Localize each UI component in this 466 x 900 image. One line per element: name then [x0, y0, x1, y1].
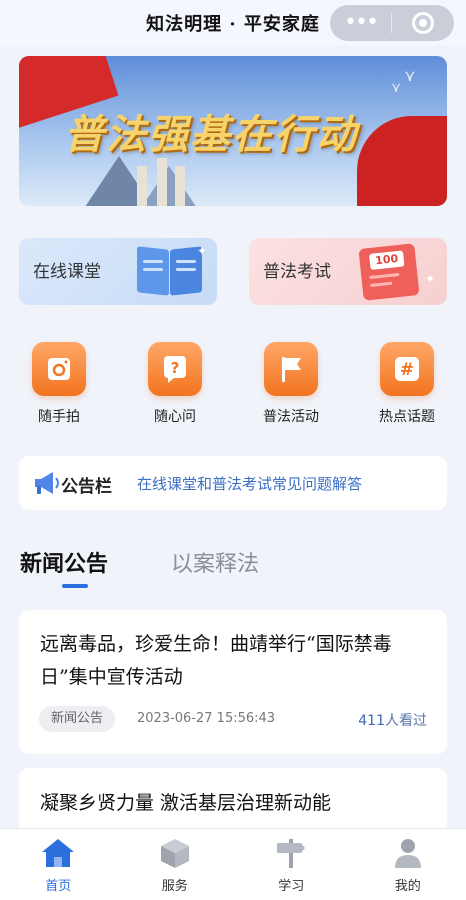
news-card[interactable]: 远离毒品，珍爱生命！曲靖举行“国际禁毒日”集中宣传活动 新闻公告 2023-06…	[19, 610, 447, 754]
online-classroom-label: 在线课堂	[33, 262, 101, 282]
online-classroom-card[interactable]: 在线课堂 ✦	[19, 238, 217, 305]
grid-item-label: 热点话题	[379, 409, 435, 425]
pagoda-illustration	[137, 166, 147, 206]
nav-item-services[interactable]: 服务	[117, 829, 234, 900]
tab-case-law[interactable]: 以案释法	[171, 546, 259, 578]
sparkle-icon: ✦	[197, 244, 208, 258]
news-view-count: 411人看过	[358, 710, 427, 730]
active-tab-indicator	[62, 584, 88, 588]
sparkle-icon: ✦	[425, 272, 436, 286]
grid-item-label: 普法活动	[263, 409, 319, 425]
grid-item-snapshot[interactable]: 随手拍	[14, 342, 104, 426]
grid-item-activities[interactable]: 普法活动	[246, 342, 336, 426]
notice-text[interactable]: 在线课堂和普法考试常见问题解答	[137, 473, 362, 494]
nav-item-home[interactable]: 首页	[0, 829, 117, 900]
grid-item-ask[interactable]: ? 随心问	[130, 342, 220, 426]
news-title: 远离毒品，珍爱生命！曲靖举行“国际禁毒日”集中宣传活动	[40, 633, 392, 688]
promo-banner[interactable]: ⋎ ⋎ 普法强基在行动	[19, 56, 447, 206]
grid-item-hot-topics[interactable]: # 热点话题	[362, 342, 452, 426]
hashtag-icon: #	[380, 342, 434, 396]
news-timestamp: 2023-06-27 15:56:43	[137, 711, 276, 726]
nav-label: 学习	[278, 879, 305, 894]
grid-item-label: 随心问	[154, 409, 196, 425]
exam-score: 100	[369, 250, 405, 270]
flag-icon	[264, 342, 318, 396]
svg-text:?: ?	[171, 359, 180, 377]
box-icon	[157, 837, 193, 869]
nav-item-study[interactable]: 学习	[233, 829, 350, 900]
notice-title: 公告栏	[61, 477, 112, 497]
signpost-icon	[273, 837, 309, 869]
news-title: 凝聚乡贤力量 激活基层治理新动能	[40, 792, 332, 814]
news-category-badge: 新闻公告	[39, 706, 116, 732]
banner-ribbon-right	[357, 116, 447, 206]
view-count-suffix: 人看过	[385, 713, 427, 729]
view-count-number: 411	[358, 713, 385, 729]
nav-label: 服务	[161, 879, 188, 894]
top-bar: 知法明理 · 平安家庭 •••	[0, 0, 466, 46]
camera-icon	[32, 342, 86, 396]
nav-label: 我的	[394, 879, 421, 894]
law-exam-card[interactable]: 普法考试 100 ✦	[249, 238, 447, 305]
nav-label: 首页	[45, 879, 72, 894]
banner-slogan: 普法强基在行动	[64, 112, 358, 158]
law-exam-label: 普法考试	[263, 262, 331, 282]
book-icon	[137, 246, 203, 296]
question-icon: ?	[148, 342, 202, 396]
bottom-nav: 首页 服务 学习 我的	[0, 828, 466, 900]
megaphone-icon	[33, 470, 59, 496]
svg-text:#: #	[400, 360, 414, 380]
close-button[interactable]	[392, 12, 453, 34]
user-icon	[390, 837, 426, 869]
close-icon	[411, 12, 434, 34]
mini-program-capsule: •••	[330, 5, 454, 41]
tab-news[interactable]: 新闻公告	[20, 546, 108, 578]
pagoda-illustration	[157, 158, 167, 206]
exam-paper-icon: 100	[358, 243, 420, 301]
home-icon	[40, 837, 76, 869]
pagoda-illustration	[175, 166, 185, 206]
nav-item-profile[interactable]: 我的	[350, 829, 466, 900]
notice-bar[interactable]: 公告栏 在线课堂和普法考试常见问题解答	[19, 456, 447, 510]
bird-icon: ⋎	[404, 66, 416, 85]
more-options-icon[interactable]: •••	[330, 8, 391, 38]
bird-icon: ⋎	[391, 80, 402, 96]
grid-item-label: 随手拍	[38, 409, 80, 425]
mountain-illustration-2	[139, 166, 199, 206]
